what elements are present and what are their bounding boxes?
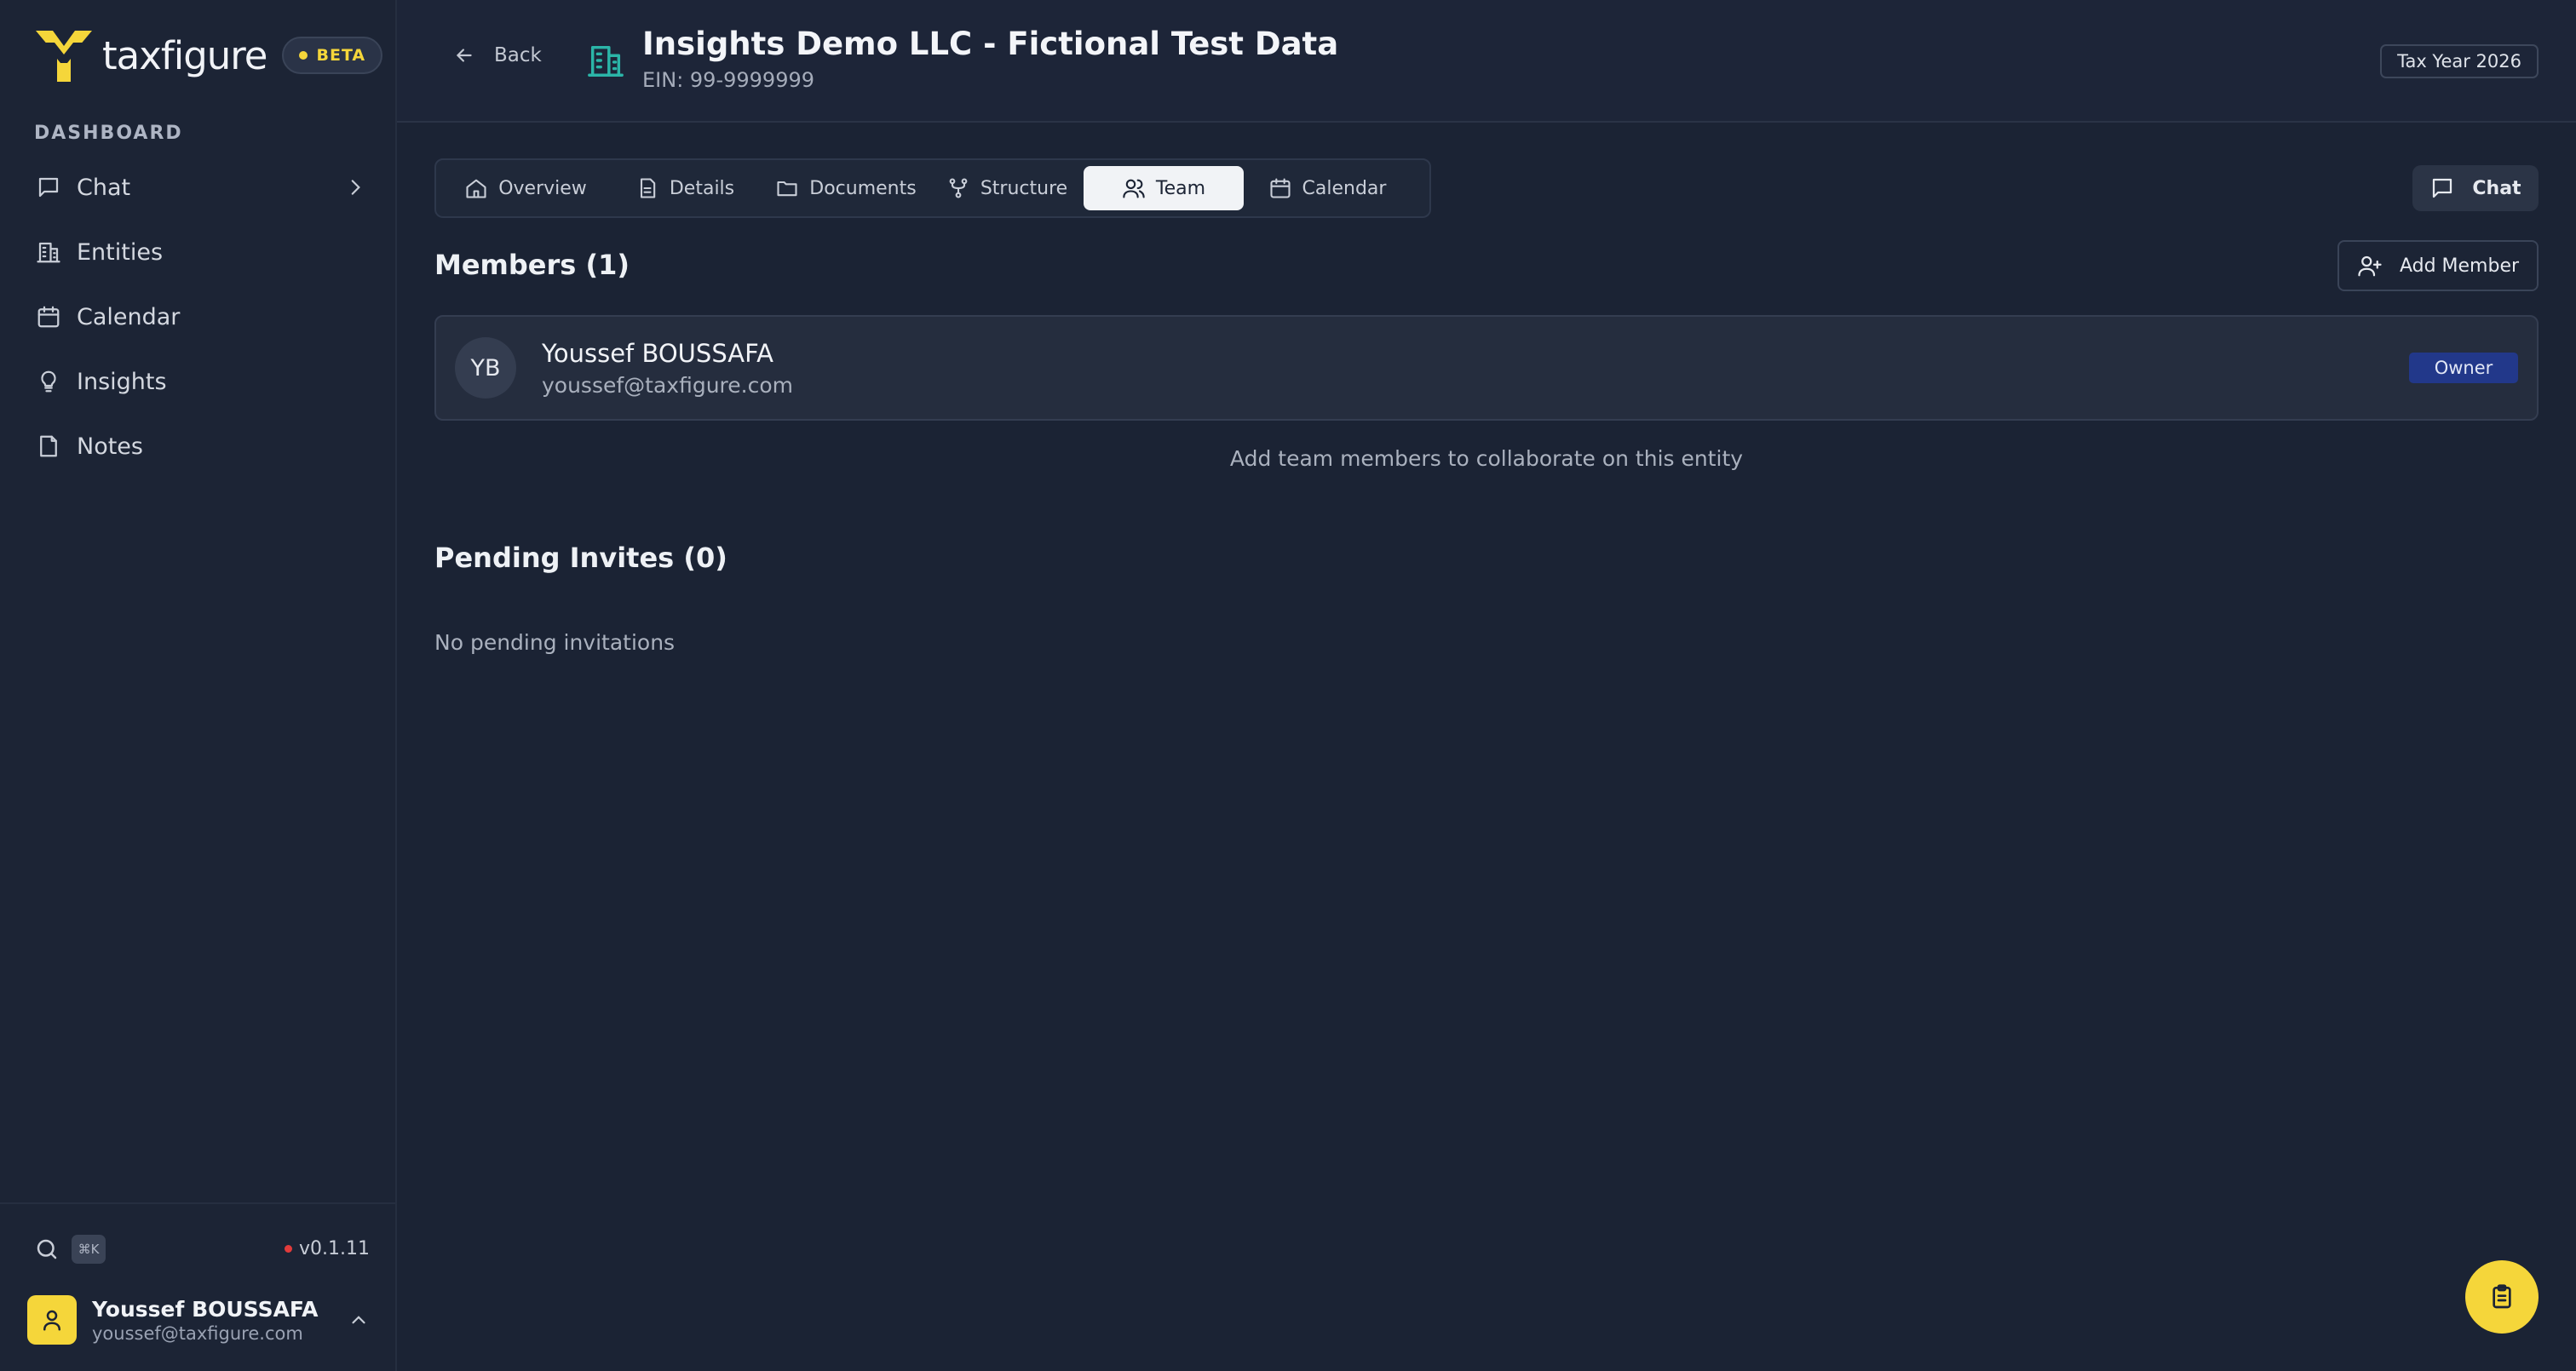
app-root: taxfigure BETA DASHBOARD Chat Entities C… (0, 0, 2576, 1371)
chevron-right-icon[interactable] (344, 176, 366, 198)
version-indicator: v0.1.11 (285, 1238, 370, 1259)
git-fork-icon (949, 178, 968, 198)
beta-badge: BETA (282, 37, 383, 74)
sidebar-item-label: Chat (77, 174, 131, 201)
back-label: Back (494, 44, 542, 66)
users-icon (1123, 179, 1145, 198)
version-label: v0.1.11 (299, 1238, 370, 1259)
back-button[interactable]: Back (453, 44, 542, 66)
tab-team[interactable]: Team (1084, 166, 1244, 210)
lightbulb-icon (41, 370, 56, 393)
home-icon (466, 179, 486, 198)
sidebar-item-label: Calendar (77, 303, 181, 330)
list-item[interactable]: YB Youssef BOUSSAFA youssef@taxfigure.co… (434, 315, 2539, 421)
tab-label: Calendar (1302, 177, 1387, 199)
sidebar-section-label: DASHBOARD (34, 123, 183, 144)
sidebar-footer: ⌘K v0.1.11 Youssef BOUSSAFA youssef@taxf… (0, 1202, 397, 1371)
calendar-icon (1269, 178, 1291, 198)
members-heading: Members (1) (434, 249, 630, 281)
file-text-icon (640, 178, 656, 198)
chat-button[interactable]: Chat (2412, 165, 2539, 211)
note-icon (40, 435, 57, 457)
tab-label: Team (1155, 177, 1206, 199)
building-icon (588, 45, 624, 77)
tab-calendar[interactable]: Calendar (1244, 166, 1411, 210)
user-info: Youssef BOUSSAFA youssef@taxfigure.com (92, 1297, 318, 1344)
avatar (27, 1295, 77, 1345)
folder-icon (777, 181, 797, 197)
tab-structure[interactable]: Structure (930, 166, 1084, 210)
chevron-up-icon[interactable] (348, 1309, 370, 1331)
calendar-icon (37, 306, 60, 328)
members-helper-text: Add team members to collaborate on this … (1229, 446, 1744, 471)
tab-documents[interactable]: Documents (762, 166, 930, 210)
message-square-icon (2433, 178, 2452, 198)
sidebar-item-label: Entities (77, 238, 164, 266)
taxfigure-logo-icon (36, 31, 92, 82)
entity-tabs: Overview Details Documents Structure Tea… (434, 158, 1431, 218)
entity-ein: EIN: 99-9999999 (642, 68, 814, 92)
sidebar-nav: Chat Entities Calendar Insights Notes (20, 155, 378, 479)
chat-button-label: Chat (2472, 177, 2521, 199)
member-email: youssef@taxfigure.com (542, 373, 793, 398)
clipboard-icon (2493, 1284, 2511, 1309)
sidebar-item-chat[interactable]: Chat (20, 155, 378, 220)
user-plus-icon (2358, 255, 2382, 277)
clipboard-fab-button[interactable] (2465, 1260, 2539, 1334)
tab-overview[interactable]: Overview (443, 166, 608, 210)
message-square-icon (38, 177, 59, 198)
shortcut-key: ⌘K (72, 1235, 106, 1264)
entity-header: Back Insights Demo LLC - Fictional Test … (397, 0, 2576, 123)
main-content: Back Insights Demo LLC - Fictional Test … (397, 0, 2576, 1371)
tab-details[interactable]: Details (608, 166, 762, 210)
user-email: youssef@taxfigure.com (92, 1322, 303, 1344)
sidebar-item-label: Insights (77, 368, 167, 395)
page-title: Insights Demo LLC - Fictional Test Data (642, 26, 1339, 62)
tax-year-badge[interactable]: Tax Year 2026 (2380, 44, 2539, 78)
tab-label: Documents (809, 177, 917, 199)
brand[interactable]: taxfigure BETA (32, 26, 383, 85)
sidebar-item-label: Notes (77, 433, 143, 460)
beta-label: BETA (316, 46, 366, 65)
search-icon (37, 1239, 57, 1259)
tab-label: Details (669, 177, 735, 199)
user-icon (43, 1310, 60, 1331)
sidebar-item-calendar[interactable]: Calendar (20, 284, 378, 349)
role-badge: Owner (2409, 353, 2518, 383)
arrow-left-icon (456, 49, 472, 62)
member-name: Youssef BOUSSAFA (542, 339, 773, 368)
user-menu[interactable]: Youssef BOUSSAFA youssef@taxfigure.com (27, 1293, 377, 1347)
sidebar-item-entities[interactable]: Entities (20, 220, 378, 284)
avatar: YB (455, 337, 516, 399)
user-name: Youssef BOUSSAFA (92, 1296, 319, 1322)
building-icon (37, 242, 60, 263)
add-member-button[interactable]: Add Member (2337, 240, 2539, 291)
beta-dot-icon (299, 51, 308, 60)
search-trigger[interactable]: ⌘K (34, 1235, 106, 1264)
pending-empty-state: No pending invitations (434, 630, 676, 655)
sidebar: taxfigure BETA DASHBOARD Chat Entities C… (0, 0, 397, 1371)
brand-name: taxfigure (102, 32, 267, 78)
sidebar-item-notes[interactable]: Notes (20, 414, 378, 479)
pending-invites-heading: Pending Invites (0) (434, 542, 727, 574)
status-dot-icon (285, 1245, 292, 1253)
tab-label: Overview (498, 177, 587, 199)
tab-label: Structure (980, 177, 1068, 199)
sidebar-item-insights[interactable]: Insights (20, 349, 378, 414)
add-member-label: Add Member (2399, 255, 2520, 277)
